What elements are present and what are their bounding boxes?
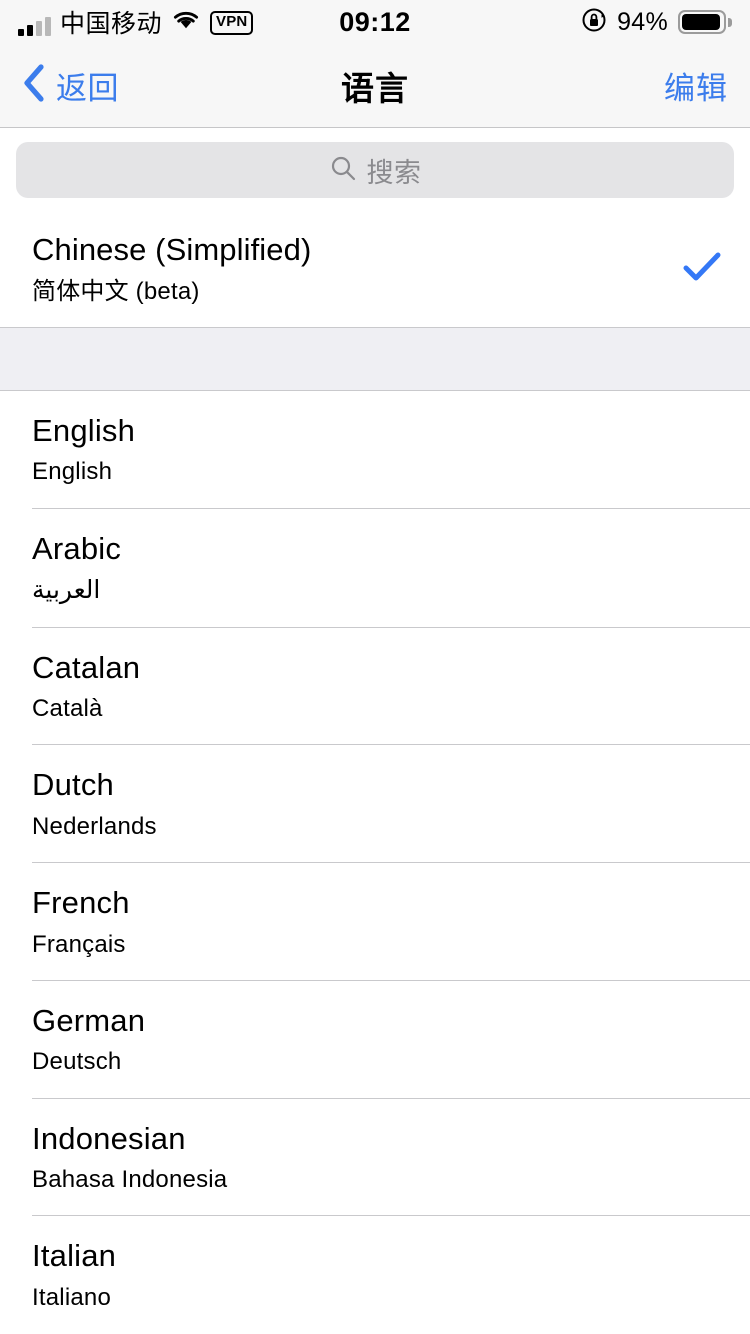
- language-row-texts: Arabic العربية: [32, 531, 726, 607]
- language-name: Chinese (Simplified): [32, 232, 312, 267]
- language-name: French: [32, 885, 130, 921]
- section-gap: [0, 326, 750, 391]
- navigation-bar: 返回 语言 编辑: [0, 44, 750, 128]
- language-native-name: العربية: [32, 576, 101, 605]
- language-name: Dutch: [32, 767, 114, 803]
- chevron-left-icon: [22, 63, 46, 108]
- search-icon: [329, 154, 357, 187]
- search-input[interactable]: 搜索: [16, 142, 734, 198]
- language-row[interactable]: French Français: [0, 863, 750, 980]
- language-row[interactable]: German Deutsch: [0, 980, 750, 1098]
- language-row[interactable]: Chinese (Simplified) 简体中文 (beta): [0, 210, 750, 327]
- search-bar-container: 搜索: [0, 128, 750, 210]
- language-row-texts: Catalan Català: [32, 650, 726, 725]
- language-row-texts: Chinese (Simplified) 简体中文 (beta): [32, 232, 678, 307]
- language-name: Arabic: [32, 530, 122, 566]
- rotation-lock-icon: [581, 7, 607, 38]
- phone-screen: 中国移动 VPN 09:12 94% 返回 语言 编辑 搜索 Chinese (…: [0, 0, 750, 1334]
- language-native-name: Italiano: [32, 1284, 111, 1312]
- language-row[interactable]: Italian Italiano: [0, 1216, 750, 1334]
- language-name: Indonesian: [32, 1120, 186, 1156]
- language-row[interactable]: Indonesian Bahasa Indonesia: [0, 1098, 750, 1216]
- language-native-name: Nederlands: [32, 812, 157, 840]
- language-native-name: 简体中文 (beta): [32, 277, 200, 305]
- edit-button[interactable]: 编辑: [664, 63, 728, 108]
- language-row[interactable]: Catalan Català: [0, 627, 750, 745]
- checkmark-icon: [678, 251, 726, 283]
- language-row-texts: German Deutsch: [32, 1003, 726, 1078]
- language-native-name: Bahasa Indonesia: [32, 1166, 228, 1194]
- battery-icon: [678, 10, 732, 34]
- language-name: Italian: [32, 1238, 117, 1274]
- language-name: Catalan: [32, 649, 141, 685]
- language-row-texts: English English: [32, 413, 726, 488]
- selected-languages-section: Chinese (Simplified) 简体中文 (beta): [0, 210, 750, 327]
- battery-percentage: 94%: [617, 7, 668, 36]
- status-bar-right: 94%: [581, 7, 732, 38]
- language-list: Chinese (Simplified) 简体中文 (beta) English E…: [0, 210, 750, 1334]
- language-native-name: Català: [32, 695, 103, 723]
- language-row-texts: Indonesian Bahasa Indonesia: [32, 1121, 726, 1196]
- back-button[interactable]: 返回: [22, 63, 119, 108]
- language-row[interactable]: Arabic العربية: [0, 508, 750, 627]
- language-row-texts: French Français: [32, 885, 726, 960]
- language-row[interactable]: Dutch Nederlands: [0, 745, 750, 863]
- status-bar: 中国移动 VPN 09:12 94%: [0, 0, 750, 44]
- back-button-label: 返回: [56, 71, 119, 106]
- language-name: English: [32, 412, 136, 448]
- language-native-name: Français: [32, 930, 126, 958]
- language-row-texts: Dutch Nederlands: [32, 767, 726, 842]
- search-placeholder: 搜索: [366, 157, 422, 188]
- language-native-name: English: [32, 458, 113, 486]
- language-row[interactable]: English English: [0, 390, 750, 508]
- language-native-name: Deutsch: [32, 1048, 122, 1076]
- available-languages-section: English English Arabic العربية Catalan Català…: [0, 390, 750, 1334]
- language-row-texts: Italian Italiano: [32, 1238, 726, 1313]
- language-name: German: [32, 1002, 146, 1038]
